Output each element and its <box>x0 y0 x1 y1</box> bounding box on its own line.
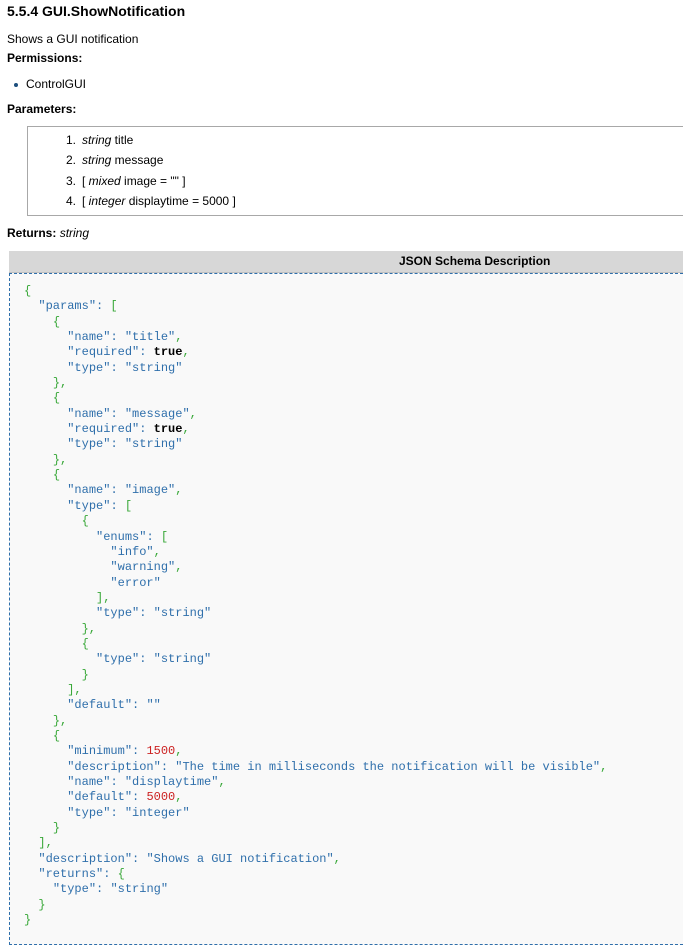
code-line: } <box>81 667 89 682</box>
parameter-name: message <box>111 153 164 168</box>
code-line: ], <box>38 836 53 851</box>
parameter-item-title: 1. string title <box>56 133 236 153</box>
code-line: { <box>52 391 61 406</box>
code-line: "info", <box>110 544 161 559</box>
code-line: { <box>52 468 61 483</box>
parameter-type: string <box>82 133 112 147</box>
method-heading: 5.5.4 GUI.ShowNotification <box>7 3 186 19</box>
parameter-type: integer <box>88 193 126 208</box>
parameter-number: 3. <box>65 173 76 188</box>
code-line: "type": "string" <box>52 882 169 897</box>
schema-json-code: { "params": [ { "name": "title", "requir… <box>24 284 607 928</box>
parameter-name: displaytime = 5000 ] <box>125 193 236 208</box>
parameter-number: 1. <box>65 133 76 147</box>
code-line: "type": "string" <box>67 360 183 375</box>
code-line: } <box>52 821 61 836</box>
parameter-number: 4. <box>65 193 76 208</box>
code-line: "type": "string" <box>96 606 212 621</box>
code-line: "name": "image", <box>67 483 183 498</box>
parameter-number: 2. <box>65 153 76 168</box>
permissions-list: ControlGUI <box>13 77 86 91</box>
code-line: "minimum": 1500, <box>67 744 183 759</box>
code-line: "name": "title", <box>67 330 183 345</box>
schema-code-block: { "params": [ { "name": "title", "requir… <box>9 273 683 945</box>
permissions-label: Permissions: <box>7 51 83 65</box>
code-line: } <box>38 897 46 912</box>
code-line: { <box>52 728 61 743</box>
code-line: { <box>81 514 89 529</box>
code-line: { <box>52 314 61 329</box>
schema-header-title: JSON Schema Description <box>399 254 551 268</box>
code-line: "required": true, <box>67 345 190 360</box>
code-line: { <box>81 636 89 651</box>
code-line: "warning", <box>110 560 183 575</box>
code-line: "name": "message", <box>67 406 197 421</box>
code-line: "default": "" <box>67 698 161 713</box>
method-description: Shows a GUI notification <box>7 32 139 46</box>
parameters-list: 1. string title 2. string message 3.[ mixed … <box>56 133 236 214</box>
code-line: "default": 5000, <box>67 790 183 805</box>
code-line: "type": [ <box>67 498 133 513</box>
code-line: "type": "string" <box>96 652 212 667</box>
parameter-type: string <box>82 153 112 168</box>
schema-header: JSON Schema Description <box>9 251 683 273</box>
code-line: { <box>24 284 32 298</box>
code-line: ], <box>96 590 111 605</box>
code-line: }, <box>52 376 68 391</box>
code-line: "name": "displaytime", <box>67 775 226 789</box>
code-line: ], <box>67 682 82 697</box>
parameter-name: image = "" ] <box>120 173 186 188</box>
code-line: "params": [ <box>38 299 118 314</box>
parameters-box: 1. string title 2. string message 3.[ mixed … <box>27 126 683 216</box>
code-line: }, <box>52 452 68 467</box>
code-line: "description": "Shows a GUI notification… <box>38 851 341 866</box>
code-line: }, <box>52 713 68 728</box>
code-line: "enums": [ <box>96 529 169 544</box>
returns-label: Returns: <box>7 226 57 240</box>
code-line: } <box>24 913 32 928</box>
code-line: "returns": { <box>38 867 125 882</box>
code-line: "type": "integer" <box>67 805 190 820</box>
returns-type: string <box>59 226 90 240</box>
parameters-label: Parameters: <box>7 102 77 116</box>
code-line: "required": true, <box>67 422 190 437</box>
code-line: "error" <box>110 575 161 590</box>
parameter-name: title <box>111 133 134 147</box>
code-line: "type": "string" <box>67 437 183 452</box>
parameter-item-displaytime: 4.[ integer displaytime = 5000 ] <box>56 194 236 214</box>
parameter-item-message: 2. string message <box>56 153 236 173</box>
parameter-item-image: 3.[ mixed image = "" ] <box>56 174 236 194</box>
doc-page: 5.5.4 GUI.ShowNotification Shows a GUI n… <box>0 0 683 951</box>
permission-item: ControlGUI <box>13 77 86 91</box>
returns-line: Returns: string <box>7 226 89 240</box>
code-line: }, <box>81 621 97 636</box>
parameter-type: mixed <box>88 173 121 188</box>
code-line: "description": "The time in milliseconds… <box>67 759 608 774</box>
